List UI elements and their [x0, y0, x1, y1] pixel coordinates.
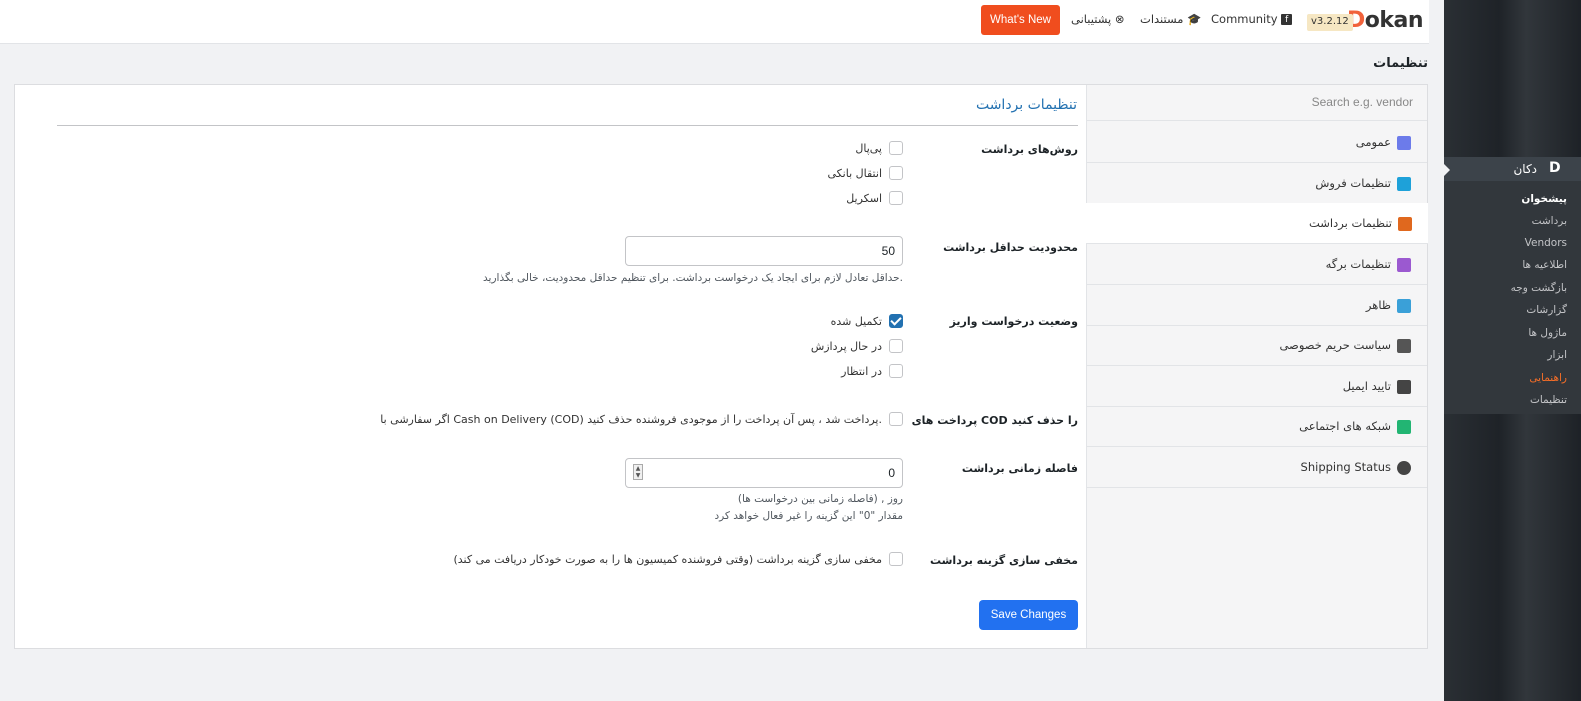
- admin-menu-item-modules[interactable]: ماژول ها: [1528, 327, 1567, 339]
- interval-label: فاصله زمانی برداشت: [961, 462, 1078, 475]
- tab-social[interactable]: شبکه های اجتماعی: [1087, 406, 1427, 447]
- skrill-checkbox[interactable]: [889, 191, 903, 205]
- pending-checkbox[interactable]: [889, 364, 903, 378]
- cod-checkbox[interactable]: [889, 412, 903, 426]
- min-limit-help: حداقل تعادل لازم برای ایجاد یک درخواست ب…: [483, 272, 903, 284]
- min-limit-input[interactable]: 50: [625, 236, 903, 266]
- settings-tabs: Search e.g. vendor عمومی تنظیمات فروش تن…: [1086, 85, 1428, 648]
- tab-pages[interactable]: تنظیمات برگه: [1087, 244, 1427, 285]
- cod-description: اگر سفارشی با Cash on Delivery (COD) پرد…: [380, 413, 882, 426]
- support-link[interactable]: پشتیبانی ⊗: [1071, 12, 1124, 26]
- gear-icon: [1397, 135, 1411, 150]
- processing-checkbox[interactable]: [889, 339, 903, 353]
- facebook-icon: f: [1281, 14, 1293, 25]
- brush-icon: [1397, 298, 1411, 313]
- interval-input[interactable]: 0: [625, 458, 903, 488]
- withdraw-icon: [1398, 216, 1412, 231]
- admin-menu-item-vendors[interactable]: Vendors: [1525, 237, 1567, 249]
- tab-general[interactable]: عمومی: [1087, 122, 1427, 163]
- graduation-cap-icon: 🎓: [1187, 12, 1202, 26]
- tab-selling[interactable]: تنظیمات فروش: [1087, 163, 1427, 204]
- withdraw-methods-label: روش‌های برداشت: [981, 143, 1078, 156]
- admin-menu-item-help[interactable]: راهنمایی: [1529, 372, 1567, 384]
- completed-checkbox[interactable]: [889, 314, 903, 328]
- status-label: وضعیت درخواست واریز: [949, 315, 1078, 328]
- tab-label: تنظیمات برداشت: [1309, 216, 1392, 230]
- tab-label: سیاست حریم خصوصی: [1279, 338, 1391, 352]
- admin-menu-item-settings[interactable]: تنظیمات: [1530, 394, 1567, 406]
- pending-label: در انتظار: [841, 365, 882, 378]
- skrill-label: اسکریل: [846, 192, 882, 205]
- spinner-arrows-icon[interactable]: ▲ ▼: [633, 464, 643, 480]
- tab-email-verification[interactable]: تایید ایمیل: [1087, 366, 1427, 407]
- docs-link[interactable]: مستندات 🎓: [1140, 12, 1201, 26]
- cart-icon: [1397, 176, 1411, 191]
- admin-menu-item-announcements[interactable]: اطلاعیه ها: [1522, 259, 1567, 271]
- lifebuoy-icon: ⊗: [1114, 12, 1125, 26]
- admin-menu-item-withdraw[interactable]: برداشت: [1532, 215, 1567, 227]
- tab-withdraw[interactable]: تنظیمات برداشت: [1086, 203, 1428, 244]
- tab-label: تنظیمات فروش: [1315, 176, 1391, 190]
- page-title: تنظیمات: [1373, 56, 1428, 71]
- tab-label: تنظیمات برگه: [1325, 257, 1391, 271]
- dokan-icon: D: [1549, 160, 1561, 176]
- interval-help-1: روز , (فاصله زمانی بین درخواست ها): [737, 493, 903, 505]
- tab-label: تایید ایمیل: [1342, 379, 1391, 393]
- version-badge: v3.2.12: [1307, 14, 1353, 31]
- tab-label: Shipping Status: [1300, 460, 1391, 474]
- tab-appearance[interactable]: ظاهر: [1087, 285, 1427, 326]
- interval-help-2: مقدار "0" این گزینه را غیر فعال خواهد کر…: [714, 510, 903, 522]
- admin-menu-item-dashboard[interactable]: پیشخوان: [1521, 193, 1567, 205]
- docs-label: مستندات: [1140, 12, 1184, 26]
- page-icon: [1397, 257, 1411, 272]
- globe-icon: [1397, 460, 1411, 475]
- tab-shipping-status[interactable]: Shipping Status: [1087, 447, 1427, 488]
- save-changes-button[interactable]: Save Changes: [979, 600, 1078, 630]
- submenu-arrow: [1443, 163, 1450, 177]
- admin-menu-title[interactable]: دکان: [1513, 162, 1537, 176]
- hide-withdraw-label: مخفی سازی گزینه برداشت: [929, 554, 1078, 567]
- tab-label: ظاهر: [1365, 298, 1391, 312]
- tab-label: عمومی: [1355, 135, 1391, 149]
- section-title: تنظیمات برداشت: [975, 97, 1077, 113]
- hide-withdraw-description: مخفی سازی گزینه برداشت (وقتی فروشنده کمی…: [453, 553, 882, 566]
- support-label: پشتیبانی: [1071, 12, 1112, 26]
- key-icon: [1397, 338, 1411, 353]
- completed-label: تکمیل شده: [830, 315, 882, 328]
- bank-transfer-label: انتقال بانکی: [827, 167, 882, 180]
- admin-menu-item-refunds[interactable]: بازگشت وجه: [1511, 282, 1567, 294]
- network-icon: [1397, 419, 1411, 434]
- admin-menu-item-reports[interactable]: گزارشات: [1526, 304, 1567, 316]
- tab-privacy[interactable]: سیاست حریم خصوصی: [1087, 325, 1427, 366]
- dokan-logo: Dokan: [1347, 8, 1424, 33]
- shield-icon: [1397, 379, 1411, 394]
- community-link[interactable]: Community f: [1211, 12, 1293, 26]
- admin-menu-item-tools[interactable]: ابزار: [1547, 349, 1567, 361]
- processing-label: در حال پردازش: [810, 340, 882, 353]
- tab-search-input[interactable]: Search e.g. vendor: [1087, 85, 1427, 121]
- paypal-label: پی‌پال: [855, 142, 882, 155]
- bank-transfer-checkbox[interactable]: [889, 166, 903, 180]
- community-label: Community: [1211, 12, 1278, 26]
- divider: [57, 125, 1078, 126]
- whats-new-button[interactable]: What's New: [981, 5, 1060, 35]
- paypal-checkbox[interactable]: [889, 141, 903, 155]
- hide-withdraw-checkbox[interactable]: [889, 552, 903, 566]
- min-limit-label: محدودیت حداقل برداشت: [943, 241, 1078, 254]
- tab-label: شبکه های اجتماعی: [1299, 419, 1391, 433]
- cod-label: پرداخت های COD را حذف کنید: [911, 414, 1078, 427]
